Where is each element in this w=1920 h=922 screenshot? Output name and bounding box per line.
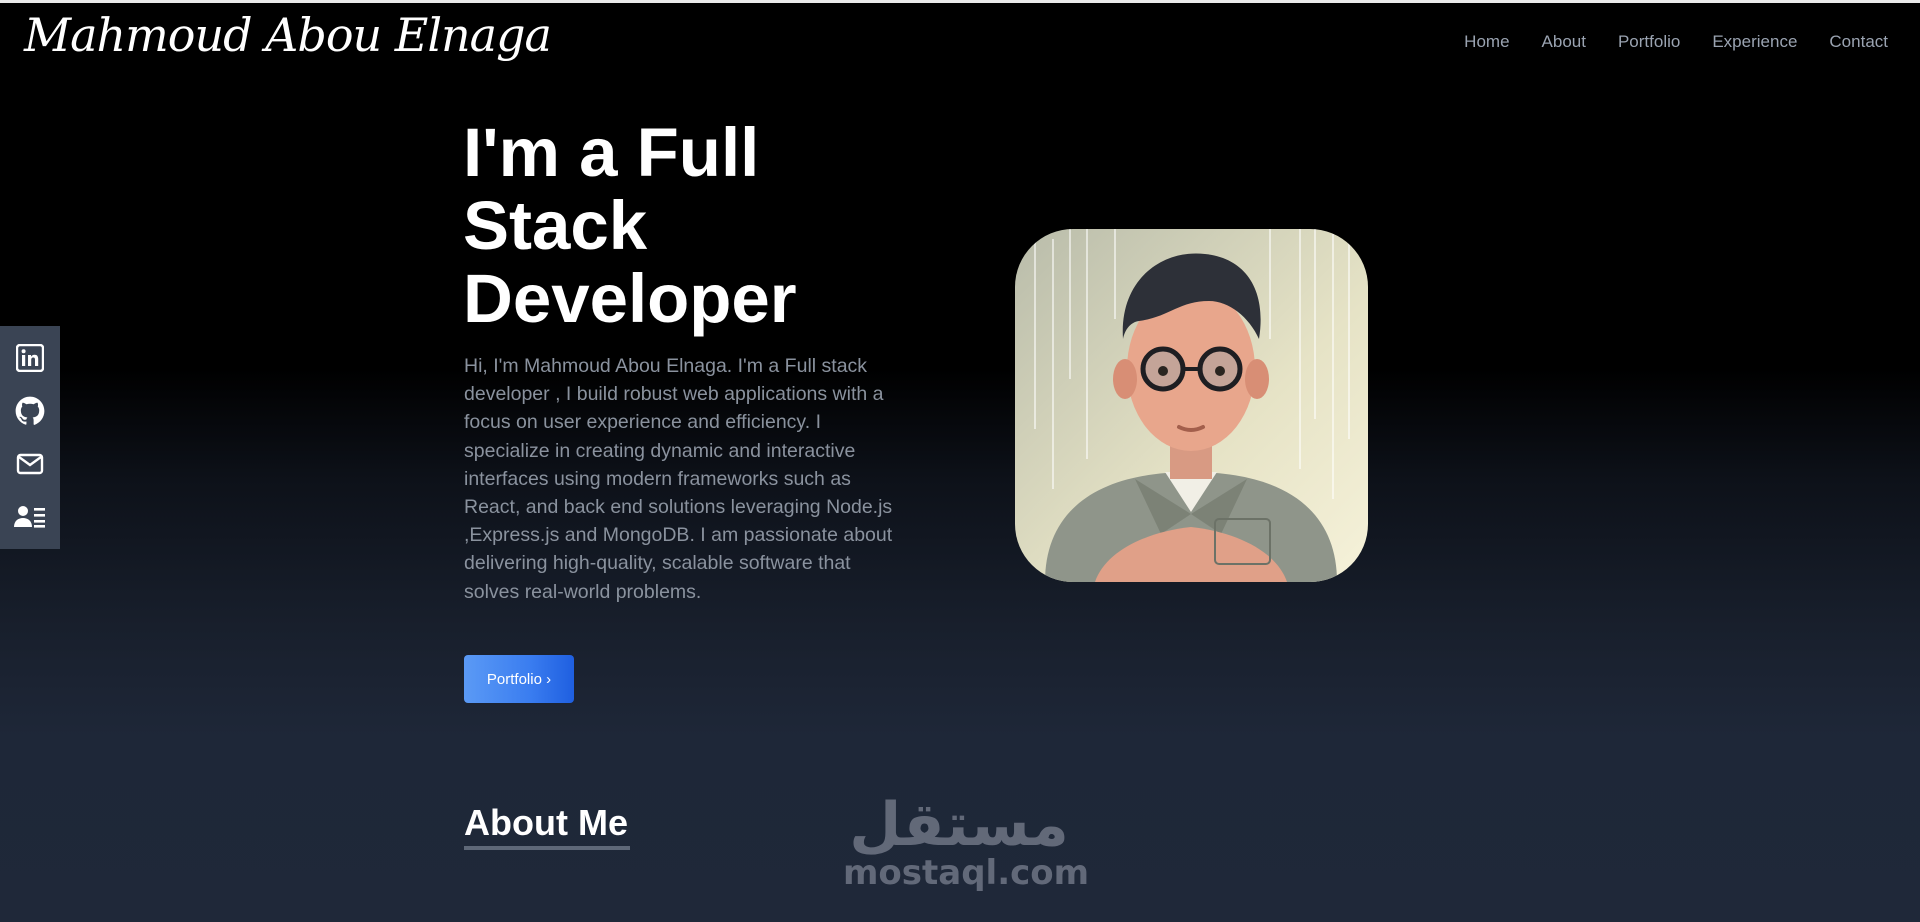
watermark-arabic: مستقل (849, 790, 1069, 860)
github-icon[interactable] (14, 395, 46, 427)
hero-title: I'm a Full Stack Developer (463, 116, 963, 335)
developer-avatar (1015, 229, 1368, 582)
mostaql-watermark: مستقل mostaql.com (843, 790, 1090, 893)
linkedin-icon[interactable] (14, 342, 46, 374)
about-title-underline (464, 846, 630, 850)
main-nav: Home About Portfolio Experience Contact (1464, 32, 1888, 52)
watermark-latin: mostaql.com (843, 853, 1090, 893)
nav-experience[interactable]: Experience (1712, 32, 1797, 52)
resume-icon[interactable] (14, 501, 46, 533)
nav-portfolio[interactable]: Portfolio (1618, 32, 1680, 52)
hero-title-line-1: I'm a Full (463, 114, 760, 191)
social-sidebar (0, 326, 60, 549)
top-border (0, 0, 1920, 3)
nav-home[interactable]: Home (1464, 32, 1509, 52)
nav-about[interactable]: About (1542, 32, 1586, 52)
about-section-title: About Me (464, 802, 628, 843)
mail-icon[interactable] (14, 448, 46, 480)
hero-description: Hi, I'm Mahmoud Abou Elnaga. I'm a Full … (464, 355, 893, 603)
hero-title-line-2: Stack (463, 187, 648, 264)
site-logo[interactable]: Mahmoud Abou Elnaga (24, 8, 552, 62)
hero-title-line-3: Developer (463, 260, 797, 337)
nav-contact[interactable]: Contact (1829, 32, 1888, 52)
portfolio-button[interactable]: Portfolio › (464, 655, 574, 703)
